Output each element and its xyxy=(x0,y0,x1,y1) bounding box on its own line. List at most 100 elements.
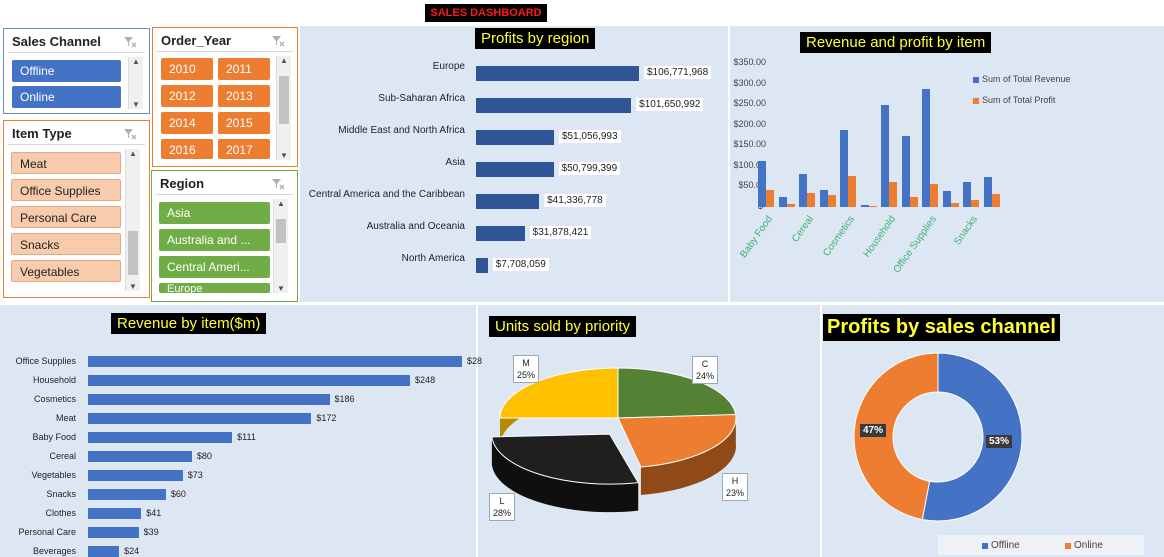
slicer-item-meat[interactable]: Meat xyxy=(11,152,121,174)
revenue-by-item-title: Revenue by item($m) xyxy=(111,313,267,334)
bar-household-profit xyxy=(889,181,897,207)
slicer-title: Region xyxy=(160,176,205,191)
y-tick-label: $150.00 xyxy=(733,139,766,150)
item-bar-household xyxy=(88,375,411,386)
bar-clothes-revenue xyxy=(819,190,828,207)
bar-cosmetics-revenue xyxy=(840,130,848,207)
scroll-thumb[interactable] xyxy=(276,219,286,243)
slicer-item-2011[interactable]: 2011 xyxy=(218,58,270,80)
region-label-asia: Asia xyxy=(445,157,465,168)
divider xyxy=(8,144,145,145)
slicer-item-personal-care[interactable]: Personal Care xyxy=(11,206,121,228)
slicer-item-central-america[interactable]: Central Ameri... xyxy=(159,256,270,278)
slicer-item-offline[interactable]: Offline xyxy=(12,60,121,82)
scroll-down-icon[interactable]: ▼ xyxy=(277,151,291,160)
bar-cereal-profit xyxy=(807,192,815,207)
scroll-down-icon[interactable]: ▼ xyxy=(129,100,143,109)
slicer-item-2014[interactable]: 2014 xyxy=(161,112,213,134)
legend-online-swatch xyxy=(1065,543,1071,549)
item-value-beverages: $24 xyxy=(124,546,140,556)
pie-label-h: H 23% xyxy=(722,473,749,501)
slicer-item-office-supplies[interactable]: Office Supplies xyxy=(11,179,121,201)
region-bar-central-america-and-the-caribbean xyxy=(476,194,540,209)
legend-label-sum-of-total-revenue: Sum of Total Revenue xyxy=(982,74,1071,84)
item-value-vegetables: $73 xyxy=(187,470,203,480)
slicer-item-2012[interactable]: 2012 xyxy=(161,85,213,107)
bar-office-supplies-profit xyxy=(930,183,938,207)
divider xyxy=(156,194,293,195)
scroll-up-icon[interactable]: ▲ xyxy=(126,149,140,158)
slicer-item-online[interactable]: Online xyxy=(12,86,121,108)
divider xyxy=(8,52,145,53)
item-label-personal-care: Personal Care xyxy=(18,527,76,537)
slicer-item-2015[interactable]: 2015 xyxy=(218,112,270,134)
clear-filter-icon[interactable] xyxy=(123,127,137,141)
region-bar-australia-and-oceania xyxy=(476,226,525,241)
item-value-baby-food: $111 xyxy=(237,432,256,442)
region-label-middle-east-and-north-africa: Middle East and North Africa xyxy=(338,125,465,136)
region-label-north-america: North America xyxy=(401,253,465,264)
revenue-item-panel xyxy=(0,305,476,557)
clear-filter-icon[interactable] xyxy=(271,177,285,191)
item-bar-personal-care xyxy=(88,527,139,538)
bar-beverages-profit xyxy=(786,203,795,207)
scroll-up-icon[interactable]: ▲ xyxy=(277,56,291,65)
pie-label-value: 25% xyxy=(517,370,536,380)
pie-label-value: 28% xyxy=(493,508,512,518)
item-value-meat: $172 xyxy=(316,413,337,423)
scroll-up-icon[interactable]: ▲ xyxy=(274,199,288,208)
pie-label-l: L 28% xyxy=(489,493,516,521)
item-value-clothes: $41 xyxy=(146,508,162,518)
legend-swatch-sum-of-total-profit xyxy=(973,98,979,104)
slicer-scrollbar[interactable]: ▲ ▼ xyxy=(273,199,288,293)
bar-meat-profit xyxy=(909,197,918,207)
pie-label-value: 24% xyxy=(696,371,715,381)
bar-baby-food-revenue xyxy=(758,161,766,207)
y-tick-label: $200.00 xyxy=(733,118,766,129)
profits-by-channel-title: Profits by sales channel xyxy=(823,314,1060,341)
bar-fruits-profit xyxy=(868,206,877,207)
slicer-item-europe[interactable]: Europe xyxy=(159,283,270,293)
item-label-beverages: Beverages xyxy=(32,546,76,556)
clear-filter-icon[interactable] xyxy=(123,35,137,49)
region-bar-asia xyxy=(476,162,554,177)
slicer-item-2016[interactable]: 2016 xyxy=(161,139,213,159)
slicer-item-2013[interactable]: 2013 xyxy=(218,85,270,107)
slicer-item-2017[interactable]: 2017 xyxy=(218,139,270,159)
slicer-item-asia[interactable]: Asia xyxy=(159,202,270,224)
legend-label-sum-of-total-profit: Sum of Total Profit xyxy=(982,95,1056,105)
slicer-scrollbar[interactable]: ▲ ▼ xyxy=(125,149,140,291)
slicer-item-vegetables[interactable]: Vegetables xyxy=(11,260,121,282)
scroll-down-icon[interactable]: ▼ xyxy=(126,282,140,291)
item-label-clothes: Clothes xyxy=(45,508,76,518)
region-value-sub-saharan-africa: $101,650,992 xyxy=(636,98,704,111)
item-type-slicer: Item Type Meat Office Supplies Personal … xyxy=(3,120,150,298)
scroll-thumb[interactable] xyxy=(128,231,138,275)
legend-online-label: Online xyxy=(1074,540,1103,551)
item-value-cosmetics: $186 xyxy=(334,394,355,404)
legend-offline-label: Offline xyxy=(991,540,1020,551)
slicer-scrollbar[interactable]: ▲ ▼ xyxy=(276,56,291,160)
item-label-office-supplies: Office Supplies xyxy=(15,356,76,366)
scroll-thumb[interactable] xyxy=(279,76,289,124)
slicer-scrollbar[interactable]: ▲ ▼ xyxy=(128,57,143,109)
item-value-snacks: $60 xyxy=(170,489,186,499)
region-value-europe: $106,771,968 xyxy=(644,66,712,79)
clear-filter-icon[interactable] xyxy=(271,34,285,48)
slicer-item-snacks[interactable]: Snacks xyxy=(11,233,121,255)
bar-snacks-revenue xyxy=(963,182,971,207)
slicer-item-2010[interactable]: 2010 xyxy=(161,58,213,80)
region-label-central-america-and-the-caribbean: Central America and the Caribbean xyxy=(308,189,465,200)
region-value-central-america-and-the-caribbean: $41,336,778 xyxy=(544,194,606,207)
scroll-up-icon[interactable]: ▲ xyxy=(129,57,143,66)
scroll-down-icon[interactable]: ▼ xyxy=(274,284,288,293)
slicer-item-australia[interactable]: Australia and ... xyxy=(159,229,270,251)
region-bar-sub-saharan-africa xyxy=(476,98,632,113)
bar-meat-revenue xyxy=(901,136,910,207)
region-label-sub-saharan-africa: Sub-Saharan Africa xyxy=(378,93,465,104)
pie-label-name: C xyxy=(701,359,709,369)
bar-vegetables-profit xyxy=(991,194,1000,207)
pie-label-name: M xyxy=(522,358,530,368)
bar-vegetables-revenue xyxy=(983,176,992,207)
pie-slice-c xyxy=(617,367,737,419)
